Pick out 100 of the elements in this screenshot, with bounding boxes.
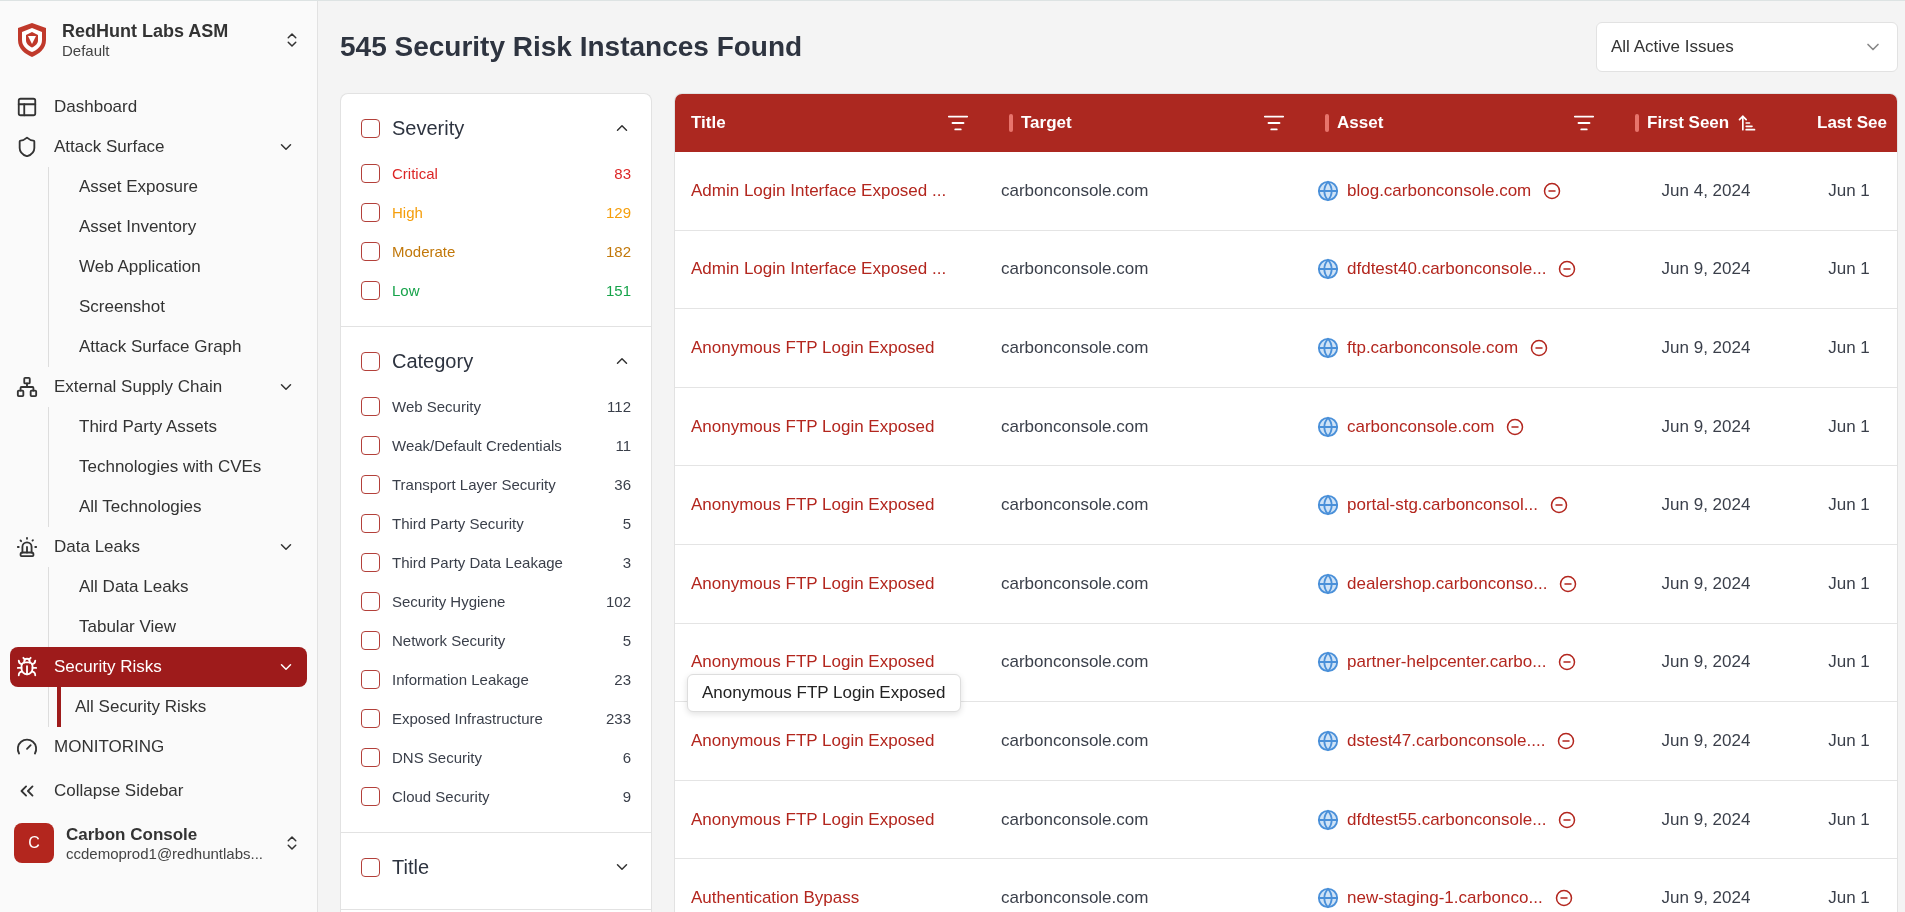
nav-subitem[interactable]: Screenshot — [49, 287, 307, 327]
nav-item[interactable]: External Supply Chain — [10, 367, 307, 407]
checkbox[interactable] — [361, 514, 380, 533]
nav-subitem[interactable]: All Data Leaks — [49, 567, 307, 607]
workspace-name: Default — [62, 42, 111, 59]
nav-item[interactable]: Dashboard — [10, 87, 307, 127]
minus-circle-icon[interactable] — [1558, 653, 1577, 672]
risk-title-link[interactable]: Anonymous FTP Login Exposed — [691, 573, 935, 594]
nav-subitem[interactable]: Third Party Assets — [49, 407, 307, 447]
nav-item[interactable]: Security Risks — [10, 647, 307, 687]
checkbox[interactable] — [361, 787, 380, 806]
nav-subitem[interactable]: Technologies with CVEs — [49, 447, 307, 487]
minus-circle-icon[interactable] — [1557, 731, 1576, 750]
minus-circle-icon[interactable] — [1554, 889, 1573, 908]
nav-subitem[interactable]: Tabular View — [49, 607, 307, 647]
issue-filter-dropdown[interactable]: All Active Issues — [1596, 22, 1898, 72]
risk-title-link[interactable]: Admin Login Interface Exposed ... — [691, 180, 947, 201]
nav-subitem[interactable]: Web Application — [49, 247, 307, 287]
sort-icon[interactable] — [1737, 113, 1758, 133]
checkbox[interactable] — [361, 709, 380, 728]
risk-title-link[interactable]: Anonymous FTP Login Exposed — [691, 495, 935, 516]
page-title: 545 Security Risk Instances Found — [340, 31, 803, 63]
asset-link[interactable]: new-staging-1.carbonco... — [1347, 888, 1543, 909]
checkbox[interactable] — [361, 281, 380, 300]
table-cell: Jun 1 — [1828, 809, 1870, 830]
nav-subitem[interactable]: Asset Exposure — [49, 167, 307, 207]
asset-link[interactable]: portal-stg.carbonconsol... — [1347, 495, 1538, 516]
option-count: 5 — [622, 515, 631, 532]
asset-link[interactable]: partner-helpcenter.carbo... — [1347, 652, 1547, 673]
checkbox[interactable] — [361, 857, 380, 877]
table-cell: Jun 4, 2024 — [1661, 180, 1751, 201]
collapse-sidebar-button[interactable]: Collapse Sidebar — [10, 771, 307, 811]
column-header[interactable]: Last See — [1817, 113, 1887, 133]
checkbox[interactable] — [361, 164, 380, 183]
checkbox[interactable] — [361, 436, 380, 455]
checkbox[interactable] — [361, 748, 380, 767]
globe-icon — [1317, 258, 1339, 281]
checkbox[interactable] — [361, 670, 380, 689]
option-count: 23 — [614, 671, 631, 688]
account-email: ccdemoprod1@redhuntlabs... — [66, 844, 264, 862]
avatar[interactable]: C — [14, 823, 54, 863]
checkbox[interactable] — [361, 118, 380, 138]
minus-circle-icon[interactable] — [1558, 260, 1577, 279]
risk-title-link[interactable]: Anonymous FTP Login Exposed — [691, 730, 935, 751]
column-header[interactable]: Asset — [1337, 113, 1565, 133]
checkbox[interactable] — [361, 592, 380, 611]
nav-subitem[interactable]: All Technologies — [49, 487, 307, 527]
table-cell: Jun 9, 2024 — [1661, 573, 1751, 594]
nav-item[interactable]: Data Leaks — [10, 527, 307, 567]
checkbox[interactable] — [361, 475, 380, 494]
nav-subitem[interactable]: Attack Surface Graph — [49, 327, 307, 367]
risk-title-link[interactable]: Anonymous FTP Login Exposed — [691, 416, 935, 437]
risk-title-link[interactable]: Admin Login Interface Exposed ... — [691, 259, 947, 280]
checkbox[interactable] — [361, 553, 380, 572]
table-cell: Jun 1 — [1828, 652, 1870, 673]
bug-icon — [16, 656, 38, 678]
asset-link[interactable]: dfdtest40.carbonconsole... — [1347, 259, 1547, 280]
risk-title-link[interactable]: Anonymous FTP Login Exposed — [691, 809, 935, 830]
column-header[interactable]: Title — [691, 113, 939, 133]
checkbox[interactable] — [361, 397, 380, 416]
asset-link[interactable]: ftp.carbonconsole.com — [1347, 338, 1519, 358]
minus-circle-icon[interactable] — [1543, 181, 1562, 200]
nav-subitem[interactable]: Asset Inventory — [49, 207, 307, 247]
checkbox[interactable] — [361, 242, 380, 261]
minus-circle-icon[interactable] — [1558, 810, 1577, 829]
checkbox[interactable] — [361, 351, 380, 371]
globe-icon — [1317, 337, 1339, 359]
minus-circle-icon[interactable] — [1549, 496, 1568, 515]
asset-link[interactable]: dfdtest55.carbonconsole... — [1347, 809, 1547, 830]
nav-subitem[interactable]: All Security Risks — [57, 687, 307, 727]
checkbox[interactable] — [361, 203, 380, 222]
table-cell: carbonconsole.com — [1001, 573, 1149, 594]
table-cell: carbonconsole.com — [1001, 259, 1149, 280]
globe-icon — [1317, 179, 1339, 202]
asset-link[interactable]: dealershop.carbonconso... — [1347, 573, 1548, 594]
minus-circle-icon[interactable] — [1506, 417, 1525, 436]
risk-title-link[interactable]: Authentication Bypass — [691, 888, 860, 909]
asset-link[interactable]: dstest47.carbonconsole.... — [1347, 730, 1546, 751]
risk-title-link[interactable]: Anonymous FTP Login Exposed — [691, 652, 935, 673]
table-cell: carbonconsole.com — [1001, 730, 1149, 751]
minus-circle-icon[interactable] — [1559, 574, 1578, 593]
option-count: 5 — [622, 632, 631, 649]
filter-option: Security Hygiene — [392, 593, 594, 610]
table-cell: Jun 1 — [1828, 338, 1870, 358]
globe-icon — [1317, 887, 1339, 910]
asset-link[interactable]: carbonconsole.com — [1347, 416, 1495, 437]
checkbox[interactable] — [361, 631, 380, 650]
table-cell: Jun 1 — [1828, 259, 1870, 280]
asset-link[interactable]: blog.carbonconsole.com — [1347, 180, 1532, 201]
minus-circle-icon[interactable] — [1530, 339, 1549, 357]
column-header[interactable]: First Seen — [1647, 113, 1730, 133]
filter-option: Web Security — [392, 398, 596, 415]
table-cell: carbonconsole.com — [1001, 495, 1149, 516]
risk-title-link[interactable]: Anonymous FTP Login Exposed — [691, 338, 935, 358]
nav-item[interactable]: MONITORING — [10, 727, 307, 767]
option-count: 233 — [605, 710, 631, 727]
globe-icon — [1317, 729, 1339, 752]
filter-title: Title — [392, 855, 431, 879]
column-header[interactable]: Target — [1021, 113, 1255, 133]
nav-item[interactable]: Attack Surface — [10, 127, 307, 167]
